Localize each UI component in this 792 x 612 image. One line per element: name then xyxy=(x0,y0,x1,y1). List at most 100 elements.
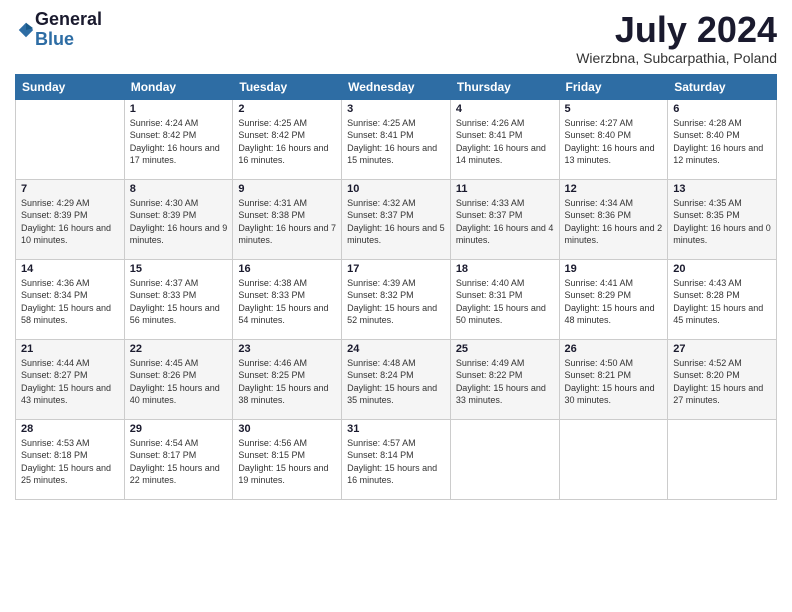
logo-text: General Blue xyxy=(35,10,102,50)
day-number: 19 xyxy=(565,263,663,275)
day-info: Sunrise: 4:56 AMSunset: 8:15 PMDaylight:… xyxy=(238,437,336,487)
day-number: 13 xyxy=(673,183,771,195)
day-info: Sunrise: 4:33 AMSunset: 8:37 PMDaylight:… xyxy=(456,197,554,247)
day-number: 5 xyxy=(565,103,663,115)
table-cell xyxy=(668,419,777,499)
table-cell: 18 Sunrise: 4:40 AMSunset: 8:31 PMDaylig… xyxy=(450,259,559,339)
week-row-2: 7 Sunrise: 4:29 AMSunset: 8:39 PMDayligh… xyxy=(16,179,777,259)
day-info: Sunrise: 4:34 AMSunset: 8:36 PMDaylight:… xyxy=(565,197,663,247)
day-number: 15 xyxy=(130,263,228,275)
table-cell: 28 Sunrise: 4:53 AMSunset: 8:18 PMDaylig… xyxy=(16,419,125,499)
day-number: 9 xyxy=(238,183,336,195)
day-number: 10 xyxy=(347,183,445,195)
day-info: Sunrise: 4:24 AMSunset: 8:42 PMDaylight:… xyxy=(130,117,228,167)
table-cell: 11 Sunrise: 4:33 AMSunset: 8:37 PMDaylig… xyxy=(450,179,559,259)
day-number: 25 xyxy=(456,343,554,355)
day-info: Sunrise: 4:41 AMSunset: 8:29 PMDaylight:… xyxy=(565,277,663,327)
table-cell: 9 Sunrise: 4:31 AMSunset: 8:38 PMDayligh… xyxy=(233,179,342,259)
day-number: 12 xyxy=(565,183,663,195)
week-row-4: 21 Sunrise: 4:44 AMSunset: 8:27 PMDaylig… xyxy=(16,339,777,419)
col-friday: Friday xyxy=(559,74,668,99)
day-info: Sunrise: 4:26 AMSunset: 8:41 PMDaylight:… xyxy=(456,117,554,167)
logo: General Blue xyxy=(15,10,102,50)
day-info: Sunrise: 4:35 AMSunset: 8:35 PMDaylight:… xyxy=(673,197,771,247)
week-row-5: 28 Sunrise: 4:53 AMSunset: 8:18 PMDaylig… xyxy=(16,419,777,499)
day-number: 2 xyxy=(238,103,336,115)
logo-blue: Blue xyxy=(35,30,102,50)
day-info: Sunrise: 4:25 AMSunset: 8:41 PMDaylight:… xyxy=(347,117,445,167)
day-number: 21 xyxy=(21,343,119,355)
calendar-table: Sunday Monday Tuesday Wednesday Thursday… xyxy=(15,74,777,500)
day-info: Sunrise: 4:45 AMSunset: 8:26 PMDaylight:… xyxy=(130,357,228,407)
table-cell: 31 Sunrise: 4:57 AMSunset: 8:14 PMDaylig… xyxy=(342,419,451,499)
day-info: Sunrise: 4:38 AMSunset: 8:33 PMDaylight:… xyxy=(238,277,336,327)
day-info: Sunrise: 4:49 AMSunset: 8:22 PMDaylight:… xyxy=(456,357,554,407)
day-info: Sunrise: 4:36 AMSunset: 8:34 PMDaylight:… xyxy=(21,277,119,327)
day-number: 3 xyxy=(347,103,445,115)
day-info: Sunrise: 4:28 AMSunset: 8:40 PMDaylight:… xyxy=(673,117,771,167)
table-cell: 26 Sunrise: 4:50 AMSunset: 8:21 PMDaylig… xyxy=(559,339,668,419)
table-cell: 4 Sunrise: 4:26 AMSunset: 8:41 PMDayligh… xyxy=(450,99,559,179)
logo-icon xyxy=(17,21,35,39)
table-cell: 14 Sunrise: 4:36 AMSunset: 8:34 PMDaylig… xyxy=(16,259,125,339)
day-info: Sunrise: 4:48 AMSunset: 8:24 PMDaylight:… xyxy=(347,357,445,407)
day-info: Sunrise: 4:50 AMSunset: 8:21 PMDaylight:… xyxy=(565,357,663,407)
day-number: 24 xyxy=(347,343,445,355)
table-cell: 15 Sunrise: 4:37 AMSunset: 8:33 PMDaylig… xyxy=(124,259,233,339)
day-info: Sunrise: 4:40 AMSunset: 8:31 PMDaylight:… xyxy=(456,277,554,327)
table-cell: 2 Sunrise: 4:25 AMSunset: 8:42 PMDayligh… xyxy=(233,99,342,179)
table-cell: 27 Sunrise: 4:52 AMSunset: 8:20 PMDaylig… xyxy=(668,339,777,419)
table-cell: 6 Sunrise: 4:28 AMSunset: 8:40 PMDayligh… xyxy=(668,99,777,179)
day-number: 16 xyxy=(238,263,336,275)
day-number: 6 xyxy=(673,103,771,115)
day-number: 14 xyxy=(21,263,119,275)
day-info: Sunrise: 4:27 AMSunset: 8:40 PMDaylight:… xyxy=(565,117,663,167)
day-info: Sunrise: 4:57 AMSunset: 8:14 PMDaylight:… xyxy=(347,437,445,487)
day-info: Sunrise: 4:31 AMSunset: 8:38 PMDaylight:… xyxy=(238,197,336,247)
table-cell: 20 Sunrise: 4:43 AMSunset: 8:28 PMDaylig… xyxy=(668,259,777,339)
col-thursday: Thursday xyxy=(450,74,559,99)
day-info: Sunrise: 4:39 AMSunset: 8:32 PMDaylight:… xyxy=(347,277,445,327)
main-title: July 2024 xyxy=(576,10,777,50)
day-number: 8 xyxy=(130,183,228,195)
day-number: 23 xyxy=(238,343,336,355)
day-number: 11 xyxy=(456,183,554,195)
header-row: Sunday Monday Tuesday Wednesday Thursday… xyxy=(16,74,777,99)
col-saturday: Saturday xyxy=(668,74,777,99)
day-number: 28 xyxy=(21,423,119,435)
table-cell: 8 Sunrise: 4:30 AMSunset: 8:39 PMDayligh… xyxy=(124,179,233,259)
table-cell xyxy=(450,419,559,499)
week-row-3: 14 Sunrise: 4:36 AMSunset: 8:34 PMDaylig… xyxy=(16,259,777,339)
table-cell: 24 Sunrise: 4:48 AMSunset: 8:24 PMDaylig… xyxy=(342,339,451,419)
day-info: Sunrise: 4:32 AMSunset: 8:37 PMDaylight:… xyxy=(347,197,445,247)
table-cell: 22 Sunrise: 4:45 AMSunset: 8:26 PMDaylig… xyxy=(124,339,233,419)
table-cell: 12 Sunrise: 4:34 AMSunset: 8:36 PMDaylig… xyxy=(559,179,668,259)
day-info: Sunrise: 4:54 AMSunset: 8:17 PMDaylight:… xyxy=(130,437,228,487)
day-number: 7 xyxy=(21,183,119,195)
day-info: Sunrise: 4:52 AMSunset: 8:20 PMDaylight:… xyxy=(673,357,771,407)
table-cell: 10 Sunrise: 4:32 AMSunset: 8:37 PMDaylig… xyxy=(342,179,451,259)
page: General Blue July 2024 Wierzbna, Subcarp… xyxy=(0,0,792,612)
day-number: 26 xyxy=(565,343,663,355)
table-cell: 13 Sunrise: 4:35 AMSunset: 8:35 PMDaylig… xyxy=(668,179,777,259)
col-tuesday: Tuesday xyxy=(233,74,342,99)
day-info: Sunrise: 4:53 AMSunset: 8:18 PMDaylight:… xyxy=(21,437,119,487)
col-monday: Monday xyxy=(124,74,233,99)
table-cell: 23 Sunrise: 4:46 AMSunset: 8:25 PMDaylig… xyxy=(233,339,342,419)
table-cell xyxy=(16,99,125,179)
header: General Blue July 2024 Wierzbna, Subcarp… xyxy=(15,10,777,66)
subtitle: Wierzbna, Subcarpathia, Poland xyxy=(576,50,777,66)
day-number: 27 xyxy=(673,343,771,355)
day-number: 29 xyxy=(130,423,228,435)
day-number: 18 xyxy=(456,263,554,275)
table-cell: 16 Sunrise: 4:38 AMSunset: 8:33 PMDaylig… xyxy=(233,259,342,339)
logo-general: General xyxy=(35,10,102,30)
day-info: Sunrise: 4:25 AMSunset: 8:42 PMDaylight:… xyxy=(238,117,336,167)
table-cell xyxy=(559,419,668,499)
day-number: 30 xyxy=(238,423,336,435)
table-cell: 29 Sunrise: 4:54 AMSunset: 8:17 PMDaylig… xyxy=(124,419,233,499)
title-section: July 2024 Wierzbna, Subcarpathia, Poland xyxy=(576,10,777,66)
table-cell: 5 Sunrise: 4:27 AMSunset: 8:40 PMDayligh… xyxy=(559,99,668,179)
table-cell: 21 Sunrise: 4:44 AMSunset: 8:27 PMDaylig… xyxy=(16,339,125,419)
week-row-1: 1 Sunrise: 4:24 AMSunset: 8:42 PMDayligh… xyxy=(16,99,777,179)
